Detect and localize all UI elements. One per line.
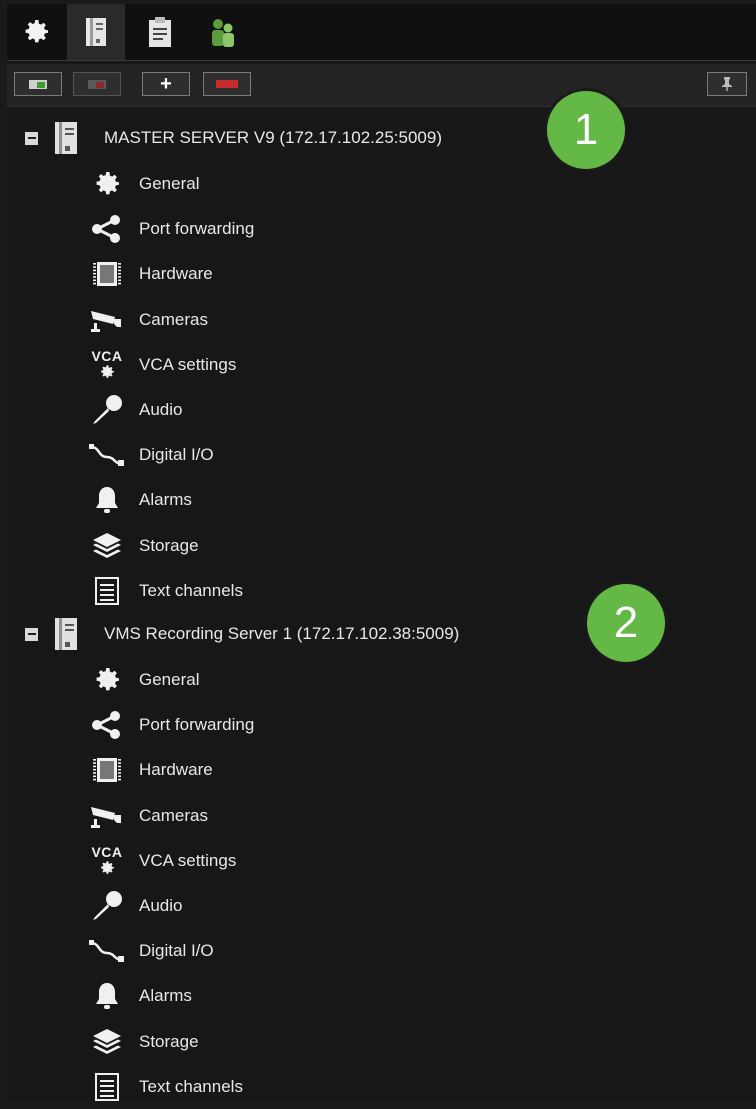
gear-icon (87, 662, 127, 698)
plus-label: + (160, 73, 172, 95)
tree-item-port-forwarding[interactable]: Port forwarding (87, 703, 687, 747)
tree-item-label: Port forwarding (139, 219, 255, 239)
tree-item-label: Hardware (139, 264, 213, 284)
server-icon (53, 120, 79, 156)
share-icon (87, 211, 127, 247)
tree-item-label: Port forwarding (139, 715, 255, 735)
tree-item-label: Text channels (139, 1076, 243, 1096)
tree-item-audio[interactable]: Audio (87, 388, 687, 432)
server-icon (86, 18, 106, 46)
tree-item-label: Text channels (139, 580, 243, 600)
digital-io-icon (87, 933, 127, 969)
vca-icon-text: VCA (91, 347, 123, 364)
remove-server-button[interactable] (73, 72, 121, 96)
camera-icon (87, 798, 127, 834)
collapse-toggle-icon[interactable] (25, 627, 38, 641)
bell-icon (87, 482, 127, 518)
tree-item-cameras[interactable]: Cameras (87, 298, 687, 342)
tree-item-vca-settings[interactable]: VCA VCA settings (87, 839, 687, 883)
tree-item-storage[interactable]: Storage (87, 524, 687, 568)
tree-item-label: Storage (139, 1031, 199, 1051)
collapse-toggle-icon[interactable] (25, 131, 38, 145)
server-label: VMS Recording Server 1 (172.17.102.38:50… (104, 624, 460, 643)
settings-panel: + MASTER SERVER V9 (172.17.102.25:5009) … (7, 4, 756, 1102)
badge-number: 2 (613, 598, 639, 647)
server-row[interactable]: VMS Recording Server 1 (172.17.102.38:50… (7, 584, 756, 662)
tree-item-label: General (139, 670, 200, 689)
tree-item-label: Alarms (139, 986, 192, 1006)
tab-bar (7, 4, 756, 61)
microphone-icon (87, 392, 127, 428)
tree-item-label: VCA settings (139, 354, 237, 374)
chip-icon (87, 256, 127, 292)
tree-item-label: Digital I/O (139, 445, 214, 465)
vca-icon-text: VCA (91, 843, 123, 860)
tree-item-general[interactable]: General (87, 162, 687, 206)
pin-icon (722, 77, 732, 91)
tree-item-general[interactable]: General (87, 658, 687, 702)
tree-item-label: Audio (139, 400, 183, 419)
tab-users[interactable] (193, 4, 251, 60)
tree-item-label: General (139, 174, 200, 193)
add-server-icon (29, 80, 47, 89)
tree-item-cameras[interactable]: Cameras (87, 794, 687, 838)
tree-item-hardware[interactable]: Hardware (87, 252, 687, 296)
badge-number: 1 (573, 105, 599, 154)
tree-item-vca-settings[interactable]: VCA VCA settings (87, 343, 687, 387)
toolbar: + (7, 64, 756, 107)
tree-item-text-channels[interactable]: Text channels (87, 1065, 687, 1109)
gear-icon (25, 20, 48, 43)
microphone-icon (87, 888, 127, 924)
tree-item-label: Audio (139, 896, 183, 915)
layers-icon (87, 528, 127, 564)
tree-item-port-forwarding[interactable]: Port forwarding (87, 207, 687, 251)
tree-item-label: Cameras (139, 309, 208, 329)
clipboard-icon (149, 17, 171, 47)
tree-item-audio[interactable]: Audio (87, 884, 687, 928)
tree-item-alarms[interactable]: Alarms (87, 974, 687, 1018)
server-row[interactable]: MASTER SERVER V9 (172.17.102.25:5009) 1 (7, 91, 756, 169)
tree-item-label: Hardware (139, 760, 213, 780)
tree-item-storage[interactable]: Storage (87, 1020, 687, 1064)
remove-button[interactable] (203, 72, 251, 96)
server-label: MASTER SERVER V9 (172.17.102.25:5009) (104, 128, 442, 147)
server-icon (53, 616, 79, 652)
callout-badge: 1 (547, 91, 625, 169)
chip-icon (87, 752, 127, 788)
text-list-icon (87, 573, 127, 609)
layers-icon (87, 1024, 127, 1060)
tree-item-label: Storage (139, 535, 199, 555)
tree-item-digital-i-o[interactable]: Digital I/O (87, 433, 687, 477)
digital-io-icon (87, 437, 127, 473)
add-button[interactable]: + (142, 72, 190, 96)
tree-item-label: VCA settings (139, 850, 237, 870)
camera-icon (87, 302, 127, 338)
bell-icon (87, 978, 127, 1014)
tab-servers[interactable] (67, 4, 125, 60)
tree-item-alarms[interactable]: Alarms (87, 478, 687, 522)
tree-item-label: Cameras (139, 805, 208, 825)
remove-server-icon (88, 80, 106, 89)
pin-button[interactable] (707, 72, 747, 96)
vca-icon: VCA (87, 843, 127, 879)
share-icon (87, 707, 127, 743)
tree-item-label: Alarms (139, 490, 192, 510)
tree-item-label: Digital I/O (139, 941, 214, 961)
tree-item-digital-i-o[interactable]: Digital I/O (87, 929, 687, 973)
tree-item-hardware[interactable]: Hardware (87, 748, 687, 792)
add-server-button[interactable] (14, 72, 62, 96)
tab-settings[interactable] (7, 4, 65, 60)
gear-icon (87, 166, 127, 202)
users-icon (212, 19, 234, 47)
callout-badge: 2 (587, 584, 665, 662)
vca-icon: VCA (87, 347, 127, 383)
minus-icon (216, 80, 238, 88)
text-list-icon (87, 1069, 127, 1105)
tab-clipboard[interactable] (131, 4, 189, 60)
